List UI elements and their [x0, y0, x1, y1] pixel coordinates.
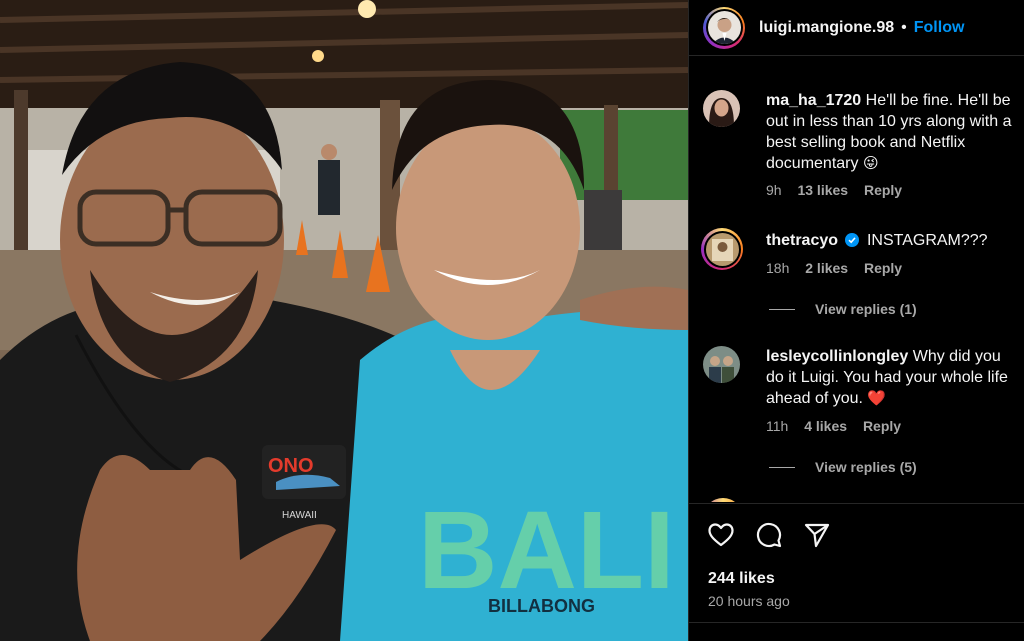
header-separator: •	[901, 18, 907, 36]
billabong-shirt-text: BILLABONG	[488, 596, 595, 616]
author-username[interactable]: luigi.mangione.98	[759, 19, 894, 37]
actions-divider	[689, 503, 1024, 504]
comment-meta: 11h 4 likes Reply	[766, 418, 913, 434]
reply-button[interactable]: Reply	[864, 182, 902, 198]
paper-plane-icon[interactable]	[803, 521, 831, 549]
author-avatar-image	[707, 11, 741, 44]
comment-likes[interactable]: 4 likes	[804, 418, 847, 434]
follow-button[interactable]: Follow	[914, 19, 965, 37]
comments-list[interactable]: ma_ha_1720 He'll be fine. He'll be out i…	[689, 62, 1024, 502]
post-header: luigi.mangione.98 • Follow	[689, 0, 1024, 56]
post-actions	[707, 521, 831, 549]
comment-meta: 18h 2 likes Reply	[766, 260, 914, 276]
comment-emoji: ❤️	[867, 390, 887, 407]
comment-likes[interactable]: 13 likes	[797, 182, 848, 198]
comment-time: 9h	[766, 182, 782, 198]
ono-logo-text: ONO	[268, 455, 314, 477]
view-replies-button[interactable]: View replies (1)	[769, 301, 917, 317]
photo-illustration: ONO HAWAII BALI BILLABONG	[0, 0, 688, 641]
comment-username[interactable]: lesleycollinlongley	[766, 348, 908, 365]
post-sidebar: luigi.mangione.98 • Follow ma_ha_1720 He…	[688, 0, 1024, 641]
likes-count[interactable]: 244 likes	[708, 570, 775, 588]
next-comment-avatar-peek	[703, 498, 743, 502]
comment-content: INSTAGRAM???	[866, 232, 988, 249]
reply-button[interactable]: Reply	[863, 418, 901, 434]
comment-emoji: 😜	[862, 155, 879, 172]
comment-username[interactable]: thetracyo	[766, 232, 838, 249]
post-timestamp: 20 hours ago	[708, 593, 790, 609]
reply-button[interactable]: Reply	[864, 260, 902, 276]
view-replies-button[interactable]: View replies (5)	[769, 459, 917, 475]
verified-badge-icon	[845, 233, 860, 247]
author-avatar[interactable]	[703, 6, 745, 49]
comment-likes[interactable]: 2 likes	[805, 260, 848, 276]
hawaii-text: HAWAII	[282, 510, 317, 521]
view-replies-line	[769, 308, 795, 310]
commenter-avatar[interactable]	[703, 346, 740, 383]
view-replies-line	[769, 466, 795, 468]
heart-icon[interactable]	[707, 521, 735, 549]
comment-text: lesleycollinlongley Why did you do it Lu…	[766, 346, 1018, 409]
comment-meta: 9h 13 likes Reply	[766, 182, 914, 198]
comment-text: ma_ha_1720 He'll be fine. He'll be out i…	[766, 90, 1018, 174]
comment-bubble-icon[interactable]	[755, 521, 783, 549]
bottom-divider	[689, 622, 1024, 623]
comment-time: 18h	[766, 260, 790, 276]
bali-shirt-text: BALI	[418, 489, 675, 612]
commenter-avatar[interactable]	[703, 90, 740, 127]
comment-username[interactable]: ma_ha_1720	[766, 92, 861, 109]
comment-time: 11h	[766, 418, 789, 434]
view-replies-label: View replies (5)	[815, 459, 917, 475]
view-replies-label: View replies (1)	[815, 301, 917, 317]
comment-text: thetracyo INSTAGRAM???	[766, 230, 1018, 251]
post-photo: ONO HAWAII BALI BILLABONG	[0, 0, 688, 641]
commenter-avatar[interactable]	[701, 228, 743, 270]
